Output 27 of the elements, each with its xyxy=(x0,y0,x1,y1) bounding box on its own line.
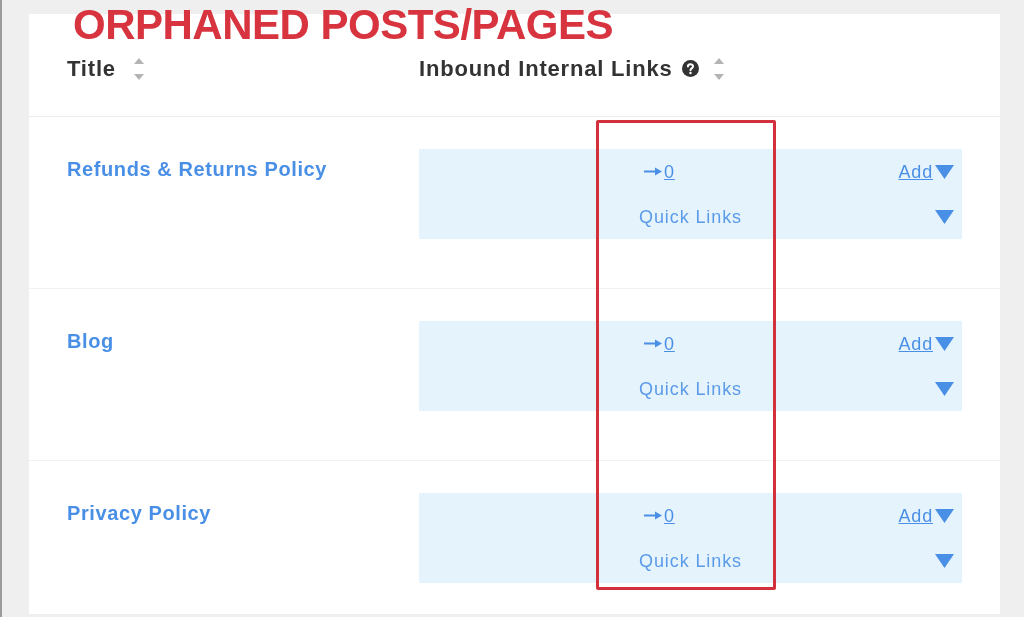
column-header[interactable]: Title xyxy=(67,56,116,81)
caret-icon[interactable] xyxy=(935,553,954,568)
post-title-link[interactable]: Privacy Policy xyxy=(67,501,212,525)
quick-links-toggle[interactable]: Quick Links xyxy=(639,205,742,228)
arrow-icon xyxy=(644,511,662,520)
sort-icon[interactable] xyxy=(713,57,724,80)
caret-icon[interactable] xyxy=(935,164,954,179)
arrow-icon xyxy=(644,339,662,348)
add-link[interactable]: Add xyxy=(898,504,933,527)
quick-links-toggle[interactable]: Quick Links xyxy=(639,377,742,400)
inbound-count-link[interactable]: 0 xyxy=(664,332,675,355)
add-link[interactable]: Add xyxy=(898,332,933,355)
caret-icon[interactable] xyxy=(935,381,954,396)
post-title-link[interactable]: Refunds & Returns Policy xyxy=(67,157,327,181)
annotation-heading: ORPHANED POSTS/PAGES xyxy=(73,4,613,46)
caret-icon[interactable] xyxy=(935,508,954,523)
help-icon[interactable] xyxy=(681,60,699,77)
caret-icon[interactable] xyxy=(935,336,954,351)
column-header[interactable]: Inbound Internal Links xyxy=(419,56,673,81)
sort-icon[interactable] xyxy=(133,57,144,80)
inbound-count-link[interactable]: 0 xyxy=(664,504,675,527)
add-link[interactable]: Add xyxy=(898,160,933,183)
quick-links-toggle[interactable]: Quick Links xyxy=(639,549,742,572)
arrow-icon xyxy=(644,167,662,176)
caret-icon[interactable] xyxy=(935,209,954,224)
inbound-count-link[interactable]: 0 xyxy=(664,160,675,183)
post-title-link[interactable]: Blog xyxy=(67,329,114,353)
